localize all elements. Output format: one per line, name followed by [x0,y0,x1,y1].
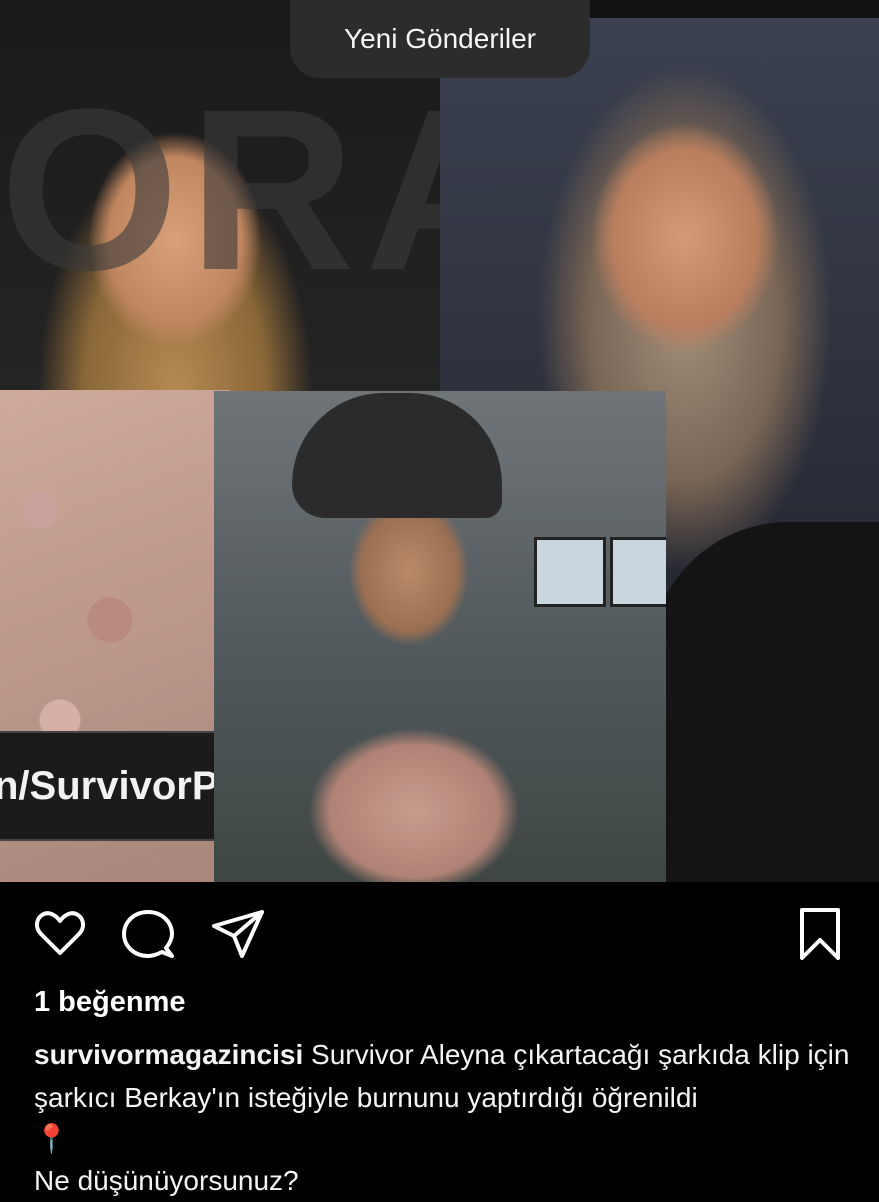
caption-question: Ne düşünüyorsunuz? [34,1165,299,1196]
new-posts-label: Yeni Gönderiler [344,23,536,54]
caption-username[interactable]: survivormagazincisi [34,1039,303,1070]
cap [292,393,502,518]
heart-icon [35,911,85,955]
store-screen [534,537,606,607]
store-screen [610,537,666,607]
share-icon [212,910,264,958]
comment-button[interactable] [120,906,176,962]
watermark-text: n/SurvivorPa [0,763,214,808]
background-letters: ORA [0,61,440,318]
post-caption: survivormagazincisi Survivor Aleyna çıka… [34,1033,854,1202]
bookmark-icon [800,908,840,960]
black-top [649,522,879,882]
pin-emoji: 📍 [34,1123,69,1154]
like-button[interactable] [32,906,88,962]
comment-icon [122,910,174,958]
post-image[interactable]: ORA n/SurvivorPa [0,0,879,882]
photo-center [214,391,666,882]
watermark-bar: n/SurvivorPa [0,731,214,841]
save-button[interactable] [792,906,848,962]
new-posts-toast[interactable]: Yeni Gönderiler [290,0,590,78]
post-actions [0,882,879,988]
likes-count[interactable]: 1 beğenme [34,986,186,1019]
share-button[interactable] [210,906,266,962]
